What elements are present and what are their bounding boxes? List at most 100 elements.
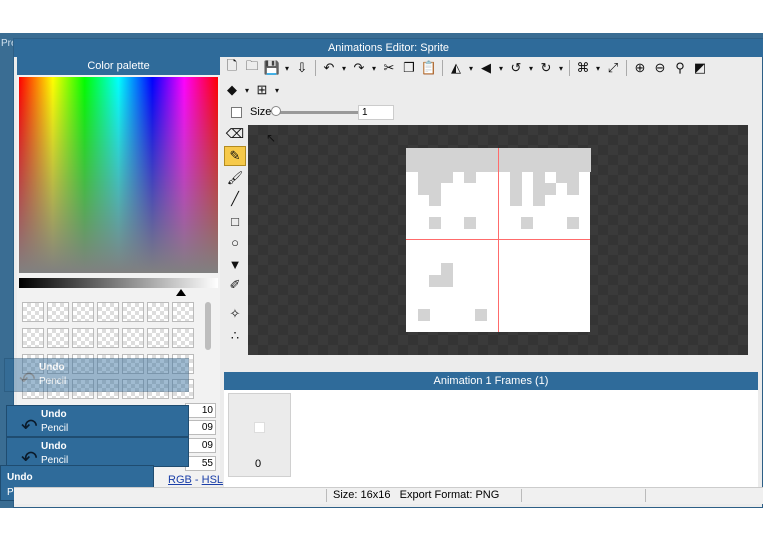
sprite-pixel	[555, 159, 568, 172]
chevron-down-icon[interactable]: ▾	[369, 58, 379, 78]
crop-icon[interactable]: ⌘	[573, 58, 593, 78]
color-field-3[interactable]: 09	[185, 438, 216, 453]
color-field-2[interactable]: 09	[185, 420, 216, 435]
rotate-left-icon[interactable]: ↺	[506, 58, 526, 78]
sprite-pixel	[509, 171, 522, 183]
sprite-pixel	[417, 171, 430, 183]
color-swatch[interactable]	[47, 302, 69, 322]
undo-toast[interactable]: ↶ Undo Pencil	[6, 437, 189, 470]
undo-icon[interactable]: ↶	[319, 58, 339, 78]
frame-number: 0	[255, 458, 262, 470]
chevron-down-icon[interactable]: ▾	[242, 80, 252, 100]
sprite-pixel	[532, 148, 545, 160]
eraser-icon[interactable]: ⌫	[224, 124, 246, 144]
zoom-fit-icon[interactable]: ⚲	[670, 58, 690, 78]
sprite-pixel	[509, 148, 522, 160]
sprite-pixel	[544, 148, 556, 160]
color-swatch[interactable]	[72, 327, 94, 348]
redo-icon[interactable]: ↷	[349, 58, 369, 78]
nodes-icon[interactable]: ∴	[224, 326, 246, 346]
color-swatch[interactable]	[172, 302, 194, 322]
sprite-pixel	[532, 182, 545, 195]
color-swatch[interactable]	[22, 327, 44, 348]
swatches-scrollbar[interactable]	[205, 302, 211, 350]
color-spectrum[interactable]	[19, 77, 218, 273]
window-title[interactable]: Animations Editor: Sprite	[14, 39, 763, 57]
chevron-down-icon[interactable]: ▾	[282, 58, 292, 78]
color-swatch[interactable]	[122, 302, 144, 322]
sprite-pixel	[521, 159, 533, 172]
undo-toast-fading: ↶ Undo Pencil	[4, 358, 189, 392]
lightness-marker-icon[interactable]	[176, 289, 186, 296]
rectangle-icon[interactable]: □	[224, 211, 246, 231]
save-icon[interactable]: 💾	[262, 58, 282, 78]
toast-title: Undo	[41, 441, 67, 452]
color-swatch[interactable]	[147, 327, 169, 348]
color-swatch[interactable]	[122, 327, 144, 348]
sprite-pixel	[509, 182, 522, 195]
chevron-down-icon[interactable]: ▾	[526, 58, 536, 78]
sprite-pixel	[406, 148, 418, 160]
status-info: Size: 16x16 Export Format: PNG	[333, 489, 499, 501]
export-icon[interactable]: ⇩	[292, 58, 312, 78]
line-icon[interactable]: ╱	[224, 189, 246, 209]
color-field-4[interactable]: 55	[185, 456, 216, 471]
rgb-link[interactable]: RGB	[168, 474, 192, 486]
brush-icon[interactable]: 🖌	[224, 168, 246, 188]
zoom-out-icon[interactable]: ⊖	[650, 58, 670, 78]
sprite-pixel	[567, 182, 579, 195]
color-swatch[interactable]	[172, 327, 194, 348]
size-slider-knob[interactable]	[271, 106, 281, 116]
size-slider-track[interactable]	[273, 111, 358, 114]
size-checkbox[interactable]	[231, 107, 242, 118]
sprite-pixel	[486, 148, 499, 160]
toast-title: Undo	[41, 409, 67, 420]
chevron-down-icon[interactable]: ▾	[466, 58, 476, 78]
open-folder-icon[interactable]: 🗀	[242, 58, 262, 78]
color-swatch[interactable]	[72, 302, 94, 322]
new-file-icon[interactable]: 🗋	[222, 58, 242, 78]
rotate-right-icon[interactable]: ↻	[536, 58, 556, 78]
sprite-pixel	[417, 309, 430, 321]
color-swatch[interactable]	[22, 302, 44, 322]
fullscreen-icon[interactable]: ◩	[690, 58, 710, 78]
sprite-pixel	[463, 217, 476, 229]
chevron-down-icon[interactable]: ▾	[339, 58, 349, 78]
layers-icon[interactable]: ◆	[222, 80, 242, 100]
pencil-icon[interactable]: ✎	[224, 146, 246, 166]
chevron-down-icon[interactable]: ▾	[556, 58, 566, 78]
color-swatch[interactable]	[97, 327, 119, 348]
lightness-bar[interactable]	[19, 278, 218, 288]
paste-icon[interactable]: 📋	[419, 58, 439, 78]
wand-icon[interactable]: ✧	[224, 304, 246, 324]
chevron-down-icon[interactable]: ▾	[593, 58, 603, 78]
sprite-pixel	[486, 159, 499, 172]
zoom-in-icon[interactable]: ⊕	[630, 58, 650, 78]
sprite-pixel	[567, 217, 579, 229]
sprite-pixel	[429, 159, 441, 172]
size-input[interactable]: 1	[358, 105, 394, 120]
color-mode-links: RGB - HSL	[168, 474, 223, 486]
fill-bucket-icon[interactable]: ▼	[224, 254, 246, 274]
color-picker-icon[interactable]: ✐	[224, 275, 246, 295]
frame-preview-icon	[254, 422, 265, 433]
color-swatch[interactable]	[147, 302, 169, 322]
resize-icon[interactable]: ⤢	[603, 58, 623, 78]
undo-toast[interactable]: ↶ Undo Pencil	[6, 405, 189, 438]
flip-vertical-icon[interactable]: ◀	[476, 58, 496, 78]
grid-icon[interactable]: ⊞	[252, 80, 272, 100]
chevron-down-icon[interactable]: ▾	[272, 80, 282, 100]
chevron-down-icon[interactable]: ▾	[496, 58, 506, 78]
hsl-link[interactable]: HSL	[202, 474, 223, 486]
sprite-pixel	[417, 182, 430, 195]
color-field-1[interactable]: 10	[185, 403, 216, 418]
color-swatch[interactable]	[47, 327, 69, 348]
sprite-pixel	[417, 159, 430, 172]
sprite-pixel	[555, 171, 568, 183]
cut-icon[interactable]: ✂	[379, 58, 399, 78]
color-swatch[interactable]	[97, 302, 119, 322]
flip-horizontal-icon[interactable]: ◭	[446, 58, 466, 78]
copy-icon[interactable]: ❐	[399, 58, 419, 78]
sprite-pixel	[440, 171, 453, 183]
ellipse-icon[interactable]: ○	[224, 232, 246, 252]
